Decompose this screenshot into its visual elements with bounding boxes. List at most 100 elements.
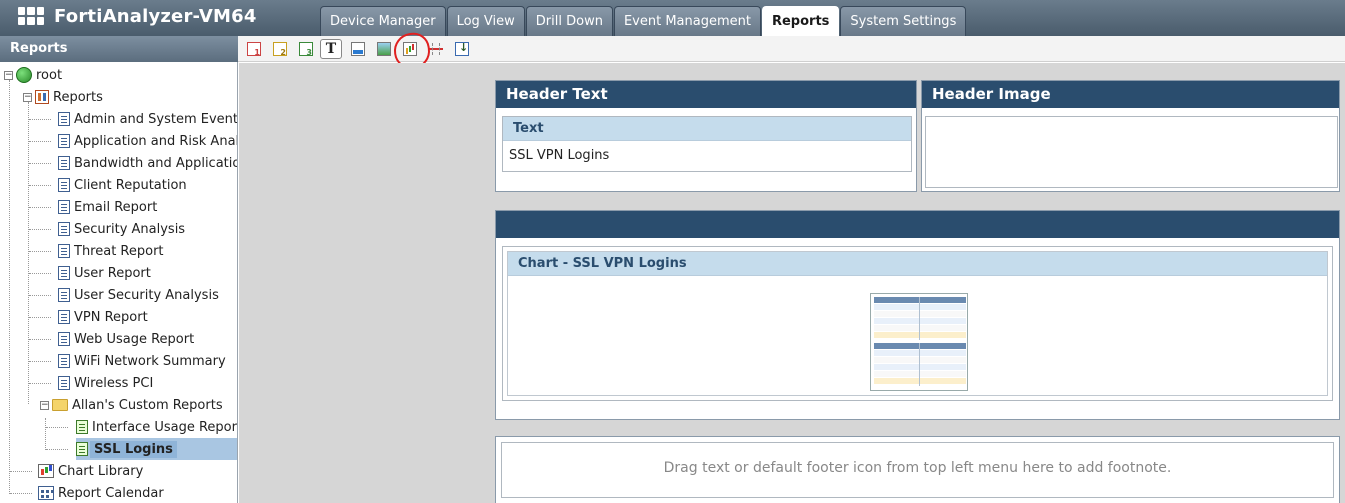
report-document-icon: [58, 376, 70, 390]
tree-item-label: Interface Usage Repor: [92, 419, 237, 435]
report-document-icon: [58, 266, 70, 280]
report-document-icon: [58, 288, 70, 302]
tree-guide: [29, 207, 51, 208]
tree-item-label: Security Analysis: [74, 221, 186, 237]
tree-guide: [45, 418, 46, 450]
collapse-icon[interactable]: −: [4, 70, 13, 80]
chart-component[interactable]: Chart - SSL VPN Logins: [502, 246, 1333, 401]
tree-item-custom-folder[interactable]: − Allan's Custom Reports: [40, 394, 223, 416]
custom-report-icon: [76, 442, 88, 456]
tree-item-label: Wireless PCI: [74, 375, 154, 391]
thumbnail-row: [874, 297, 966, 304]
collapse-icon[interactable]: −: [23, 92, 32, 102]
tree-item-label: Web Usage Report: [74, 331, 195, 347]
tree-item-report[interactable]: Email Report: [58, 196, 157, 218]
report-document-icon: [58, 178, 70, 192]
image-button[interactable]: [374, 39, 394, 59]
tree-guide: [10, 471, 32, 472]
tree-item-ssl-logins[interactable]: SSL Logins: [76, 438, 237, 460]
thumbnail-row: [874, 332, 966, 339]
tree-item-report[interactable]: VPN Report: [58, 306, 148, 328]
tree-item-label: Application and Risk Analy: [74, 133, 238, 149]
image-drop-zone[interactable]: [925, 116, 1338, 188]
heading-3-button[interactable]: [296, 39, 316, 59]
tree-guide: [29, 119, 51, 120]
heading-1-icon: [247, 42, 261, 57]
tree-guide: [9, 80, 10, 494]
chart-component-title: Chart - SSL VPN Logins: [508, 252, 1327, 276]
tree-item-label: Admin and System Events: [74, 111, 238, 127]
text-button[interactable]: T: [320, 39, 342, 59]
report-document-icon: [58, 244, 70, 258]
thumbnail-block: [874, 343, 966, 386]
tree-item-report[interactable]: Security Analysis: [58, 218, 185, 240]
panel-title: Header Image: [922, 81, 1339, 108]
body-panel-header: [496, 211, 1339, 238]
thumbnail-row: [874, 357, 966, 364]
download-icon: [455, 41, 469, 56]
tree-item-report[interactable]: Admin and System Events: [58, 108, 238, 130]
thumbnail-row: [874, 371, 966, 378]
section-icon: [351, 42, 365, 56]
footer-drop-zone[interactable]: Drag text or default footer icon from to…: [501, 442, 1334, 498]
tree-item-root[interactable]: − root: [4, 64, 62, 86]
report-document-icon: [58, 112, 70, 126]
tree-item-report[interactable]: Wireless PCI: [58, 372, 153, 394]
tree-item-custom-report[interactable]: Interface Usage Repor: [76, 416, 237, 438]
tree-item-report[interactable]: Application and Risk Analy: [58, 130, 238, 152]
thumbnail-row: [874, 364, 966, 371]
thumbnail-row: [874, 304, 966, 311]
tree-guide: [29, 141, 51, 142]
tree-item-report[interactable]: Web Usage Report: [58, 328, 194, 350]
tree-item-label: Report Calendar: [58, 485, 164, 501]
tree-item-label: User Security Analysis: [74, 287, 219, 303]
tree-item-chart-library[interactable]: Chart Library: [38, 460, 143, 482]
tree-item-report[interactable]: User Security Analysis: [58, 284, 219, 306]
body-panel[interactable]: Chart - SSL VPN Logins: [495, 210, 1340, 420]
thumbnail-block: [874, 297, 966, 340]
tree-item-report-calendar[interactable]: Report Calendar: [38, 482, 164, 503]
tab-system-settings[interactable]: System Settings: [840, 6, 967, 36]
panel-title: Header Text: [496, 81, 916, 108]
tab-reports[interactable]: Reports: [761, 6, 840, 36]
heading-2-icon: [273, 42, 287, 57]
thumbnail-row: [874, 350, 966, 357]
tab-drill-down[interactable]: Drill Down: [525, 6, 613, 36]
chart-component-frame: Chart - SSL VPN Logins: [507, 251, 1328, 396]
tree-item-label: root: [36, 67, 63, 83]
tab-log-view[interactable]: Log View: [446, 6, 525, 36]
thumbnail-row: [874, 325, 966, 332]
tree-item-report[interactable]: Client Reputation: [58, 174, 187, 196]
download-button[interactable]: [452, 39, 472, 59]
header-image-panel[interactable]: Header Image: [921, 80, 1340, 192]
heading-2-button[interactable]: [270, 39, 290, 59]
tab-event-management[interactable]: Event Management: [613, 6, 761, 36]
tree-item-report[interactable]: WiFi Network Summary: [58, 350, 226, 372]
footer-panel[interactable]: Drag text or default footer icon from to…: [495, 436, 1340, 503]
tree-guide: [29, 273, 51, 274]
tree-item-label: Chart Library: [58, 463, 144, 479]
header-text-panel[interactable]: Header Text Text SSL VPN Logins: [495, 80, 917, 192]
text-component[interactable]: Text SSL VPN Logins: [502, 116, 912, 172]
thumbnail-row: [874, 343, 966, 350]
page-break-icon: [429, 42, 443, 56]
heading-1-button[interactable]: [244, 39, 264, 59]
tree-item-reports[interactable]: − Reports: [23, 86, 103, 108]
tree-item-report[interactable]: Threat Report: [58, 240, 164, 262]
section-button[interactable]: [348, 39, 368, 59]
tree-guide: [29, 185, 51, 186]
tab-device-manager[interactable]: Device Manager: [320, 6, 446, 36]
collapse-icon[interactable]: −: [40, 400, 49, 410]
top-bar: FortiAnalyzer-VM64 Device Manager Log Vi…: [0, 0, 1345, 36]
tree-item-label: User Report: [74, 265, 151, 281]
folder-icon: [52, 399, 68, 411]
table-chart-thumbnail: [870, 293, 968, 391]
tree-guide: [29, 361, 51, 362]
tree-item-report[interactable]: Bandwidth and Application: [58, 152, 237, 174]
tree-guide: [29, 251, 51, 252]
tree-guide: [46, 449, 68, 450]
tree-guide: [29, 295, 51, 296]
tree-item-report[interactable]: User Report: [58, 262, 151, 284]
tree-item-label: VPN Report: [74, 309, 148, 325]
tree-guide: [10, 493, 32, 494]
